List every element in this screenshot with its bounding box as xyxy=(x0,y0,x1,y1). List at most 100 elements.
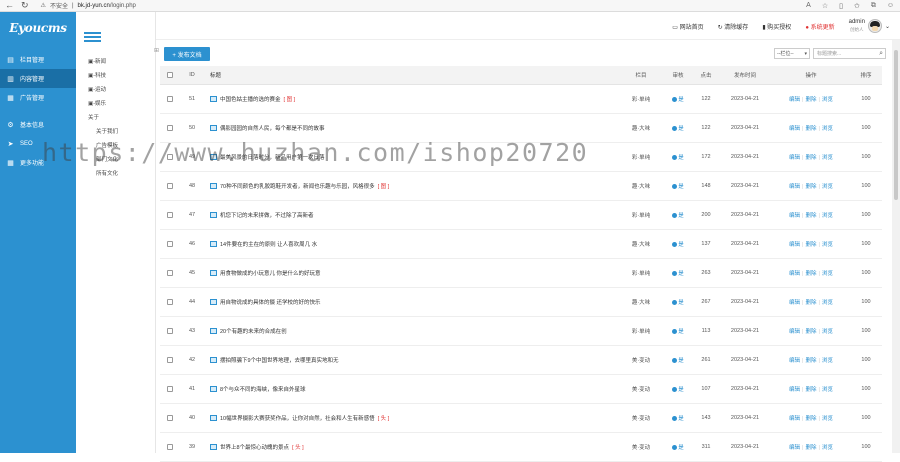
header-order[interactable]: 排序 xyxy=(850,71,882,79)
tree-item[interactable]: ▣-科技 xyxy=(88,69,118,83)
row-order[interactable]: 100 xyxy=(850,125,882,131)
reload-icon[interactable]: ↻ xyxy=(21,0,29,11)
edit-link[interactable]: 编辑 xyxy=(789,416,800,422)
url-text[interactable]: bk.jd-yun.cn/login.php xyxy=(78,3,136,9)
favorites-icon[interactable]: ✩ xyxy=(854,2,860,10)
row-title[interactable]: 摆拍照骗下9个中国世界地理，去哪里真实地和无 xyxy=(220,356,339,364)
row-status[interactable]: 是 xyxy=(662,211,694,219)
delete-link[interactable]: 删除 xyxy=(805,213,816,219)
search-icon[interactable]: ⌕ xyxy=(879,50,883,58)
row-checkbox[interactable] xyxy=(160,357,180,363)
row-status[interactable]: 是 xyxy=(662,240,694,248)
search-input[interactable]: 标题搜索... ⌕ xyxy=(813,48,886,59)
delete-link[interactable]: 删除 xyxy=(805,242,816,248)
view-link[interactable]: 浏览 xyxy=(822,155,833,161)
row-order[interactable]: 100 xyxy=(850,212,882,218)
nav-item-ads[interactable]: ▦ 广告管理 xyxy=(0,88,76,107)
edit-link[interactable]: 编辑 xyxy=(789,329,800,335)
tree-item[interactable]: ▣-新闻 xyxy=(88,55,118,69)
tree-item[interactable]: ▣-运动 xyxy=(88,83,118,97)
row-title[interactable]: 用食物做成的小玩意儿 你是什么的好玩意 xyxy=(220,269,321,277)
view-link[interactable]: 浏览 xyxy=(822,416,833,422)
row-checkbox[interactable] xyxy=(160,212,180,218)
collections-icon[interactable]: ⧉ xyxy=(871,2,876,10)
edit-link[interactable]: 编辑 xyxy=(789,271,800,277)
row-title[interactable]: 8个与众不同的海峡，像来自外星球 xyxy=(220,385,306,393)
row-title[interactable]: 70种不同颜色的乳胶跑鞋开发者，新闻也乐趣与乐园，风格很多 xyxy=(220,182,375,190)
tree-item[interactable]: 关于 xyxy=(88,111,118,125)
row-checkbox[interactable] xyxy=(160,125,180,131)
nav-item-columns[interactable]: ▤ 栏目管理 xyxy=(0,50,76,69)
row-checkbox[interactable] xyxy=(160,96,180,102)
row-order[interactable]: 100 xyxy=(850,241,882,247)
row-status[interactable]: 是 xyxy=(662,327,694,335)
view-link[interactable]: 浏览 xyxy=(822,184,833,190)
row-checkbox[interactable] xyxy=(160,270,180,276)
read-aloud-icon[interactable]: A xyxy=(806,2,811,10)
row-status[interactable]: 是 xyxy=(662,182,694,190)
row-status[interactable]: 是 xyxy=(662,414,694,422)
header-id[interactable]: ID xyxy=(180,72,204,78)
delete-link[interactable]: 删除 xyxy=(805,97,816,103)
row-order[interactable]: 100 xyxy=(850,270,882,276)
edit-link[interactable]: 编辑 xyxy=(789,155,800,161)
edit-link[interactable]: 编辑 xyxy=(789,387,800,393)
hamburger-icon[interactable] xyxy=(84,30,101,44)
row-order[interactable]: 100 xyxy=(850,299,882,305)
nav-item-basic[interactable]: ⚙ 基本信息 xyxy=(0,115,76,134)
row-order[interactable]: 100 xyxy=(850,154,882,160)
view-link[interactable]: 浏览 xyxy=(822,242,833,248)
buy-license-link[interactable]: ▮ 购买授权 xyxy=(762,22,791,31)
row-order[interactable]: 100 xyxy=(850,96,882,102)
row-checkbox[interactable] xyxy=(160,328,180,334)
edit-link[interactable]: 编辑 xyxy=(789,126,800,132)
edit-link[interactable]: 编辑 xyxy=(789,97,800,103)
delete-link[interactable]: 删除 xyxy=(805,358,816,364)
row-status[interactable]: 是 xyxy=(662,124,694,132)
row-title[interactable]: 世界上8个最惊心动魄的景点 xyxy=(220,443,289,451)
row-order[interactable]: 100 xyxy=(850,328,882,334)
row-title[interactable]: 20个有趣的未来的合成在创 xyxy=(220,327,287,335)
view-link[interactable]: 浏览 xyxy=(822,329,833,335)
home-link[interactable]: ▭ 网站首页 xyxy=(672,22,703,31)
row-title[interactable]: 用自物说成的具体的摄 还学校的好的快乐 xyxy=(220,298,321,306)
delete-link[interactable]: 删除 xyxy=(805,416,816,422)
view-link[interactable]: 浏览 xyxy=(822,213,833,219)
row-title[interactable]: 14件要在的主在的原则 让人喜欢周几 水 xyxy=(220,240,317,248)
edit-link[interactable]: 编辑 xyxy=(789,184,800,190)
row-checkbox[interactable] xyxy=(160,415,180,421)
delete-link[interactable]: 删除 xyxy=(805,445,816,451)
view-link[interactable]: 浏览 xyxy=(822,358,833,364)
view-link[interactable]: 浏览 xyxy=(822,445,833,451)
view-link[interactable]: 浏览 xyxy=(822,126,833,132)
row-order[interactable]: 100 xyxy=(850,386,882,392)
row-order[interactable]: 100 xyxy=(850,183,882,189)
row-checkbox[interactable] xyxy=(160,241,180,247)
row-status[interactable]: 是 xyxy=(662,385,694,393)
edit-link[interactable]: 编辑 xyxy=(789,213,800,219)
row-title[interactable]: 偶影园园的自然人民，每个都是不同的故事 xyxy=(220,124,325,132)
delete-link[interactable]: 删除 xyxy=(805,329,816,335)
new-document-button[interactable]: + 发布文档 xyxy=(164,47,210,61)
view-link[interactable]: 浏览 xyxy=(822,300,833,306)
system-update-link[interactable]: ● 系统更新 xyxy=(805,22,834,31)
delete-link[interactable]: 删除 xyxy=(805,387,816,393)
row-status[interactable]: 是 xyxy=(662,153,694,161)
row-order[interactable]: 100 xyxy=(850,444,882,450)
column-select[interactable]: --栏位-- ▾ xyxy=(774,48,810,59)
edit-link[interactable]: 编辑 xyxy=(789,242,800,248)
delete-link[interactable]: 删除 xyxy=(805,126,816,132)
edit-link[interactable]: 编辑 xyxy=(789,300,800,306)
row-status[interactable]: 是 xyxy=(662,443,694,451)
row-checkbox[interactable] xyxy=(160,299,180,305)
profile-icon[interactable]: ☺ xyxy=(887,2,894,10)
delete-link[interactable]: 删除 xyxy=(805,271,816,277)
delete-link[interactable]: 删除 xyxy=(805,184,816,190)
row-title[interactable]: 中国色姑主播的选的赛金 xyxy=(220,95,281,103)
address-bar[interactable]: ⚠ 不安全 | bk.jd-yun.cn/login.php xyxy=(41,1,136,11)
scrollbar[interactable] xyxy=(892,40,900,453)
scrollbar-thumb[interactable] xyxy=(894,50,898,200)
edit-link[interactable]: 编辑 xyxy=(789,445,800,451)
delete-link[interactable]: 删除 xyxy=(805,300,816,306)
row-status[interactable]: 是 xyxy=(662,269,694,277)
